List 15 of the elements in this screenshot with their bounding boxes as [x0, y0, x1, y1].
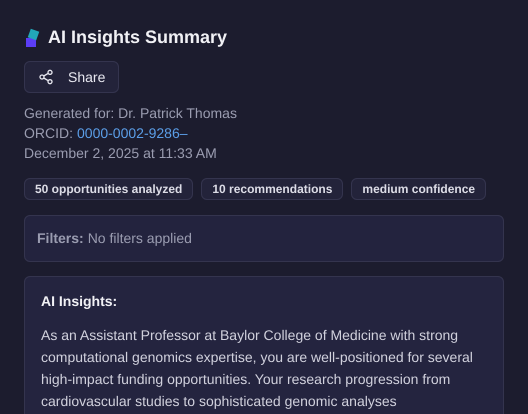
generated-for-text: Generated for: Dr. Patrick Thomas [24, 104, 238, 123]
share-button[interactable]: Share [24, 61, 120, 93]
page-title: AI Insights Summary [48, 26, 228, 49]
stat-badge: 10 recommendations [201, 178, 344, 200]
insights-heading: AI Insights: [41, 292, 118, 311]
filters-value: No filters applied [88, 229, 192, 248]
filters-label: Filters: [37, 229, 84, 248]
share-icon [38, 69, 54, 85]
insights-text: As an Assistant Professor at Baylor College of Medicine with strong computational genomics expertise, you are well-positioned for several high-impact funding opportunities. Your research progression from cardiovascular studies to sophisticated genomic analyses [41, 326, 474, 411]
stat-badge: 50 opportunities analyzed [24, 178, 194, 200]
orcid-label: ORCID: [24, 124, 73, 143]
logo-icon [24, 28, 40, 48]
orcid-link[interactable]: 0000-0002-9286– [77, 123, 188, 143]
stat-badge: medium confidence [351, 178, 486, 200]
generated-date: December 2, 2025 at 11:33 AM [24, 144, 218, 163]
